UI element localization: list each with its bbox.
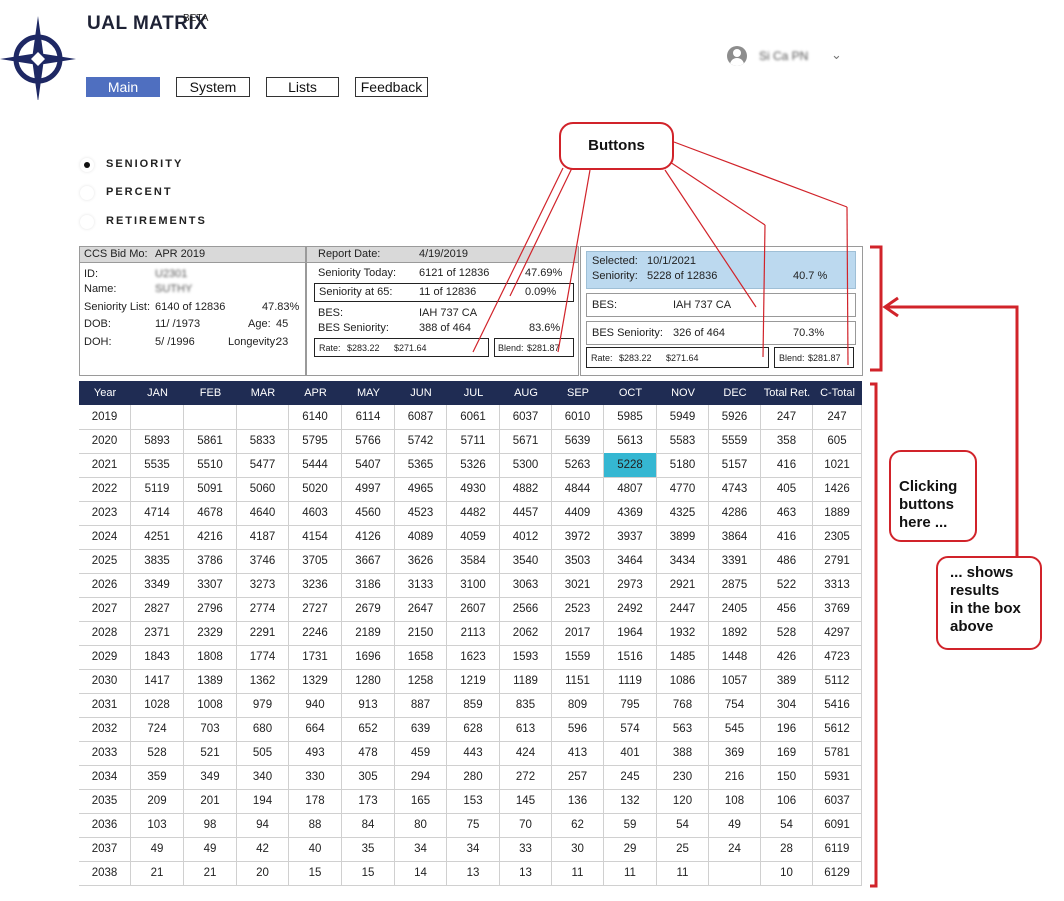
buttons-callout: Buttons bbox=[559, 122, 674, 170]
shows-callout: ... shows results in the box above bbox=[936, 556, 1042, 650]
clicking-callout: Clicking buttons here ... bbox=[889, 450, 977, 542]
callout-text: in the box bbox=[950, 600, 1021, 617]
callout-text: results bbox=[950, 582, 1000, 599]
callout-text: Clicking bbox=[899, 478, 958, 495]
callout-text: Buttons bbox=[588, 137, 645, 154]
callout-text: above bbox=[950, 618, 994, 635]
callout-text: ... shows bbox=[950, 564, 1014, 581]
callout-text: here ... bbox=[899, 514, 948, 531]
callout-text: buttons bbox=[899, 496, 954, 513]
